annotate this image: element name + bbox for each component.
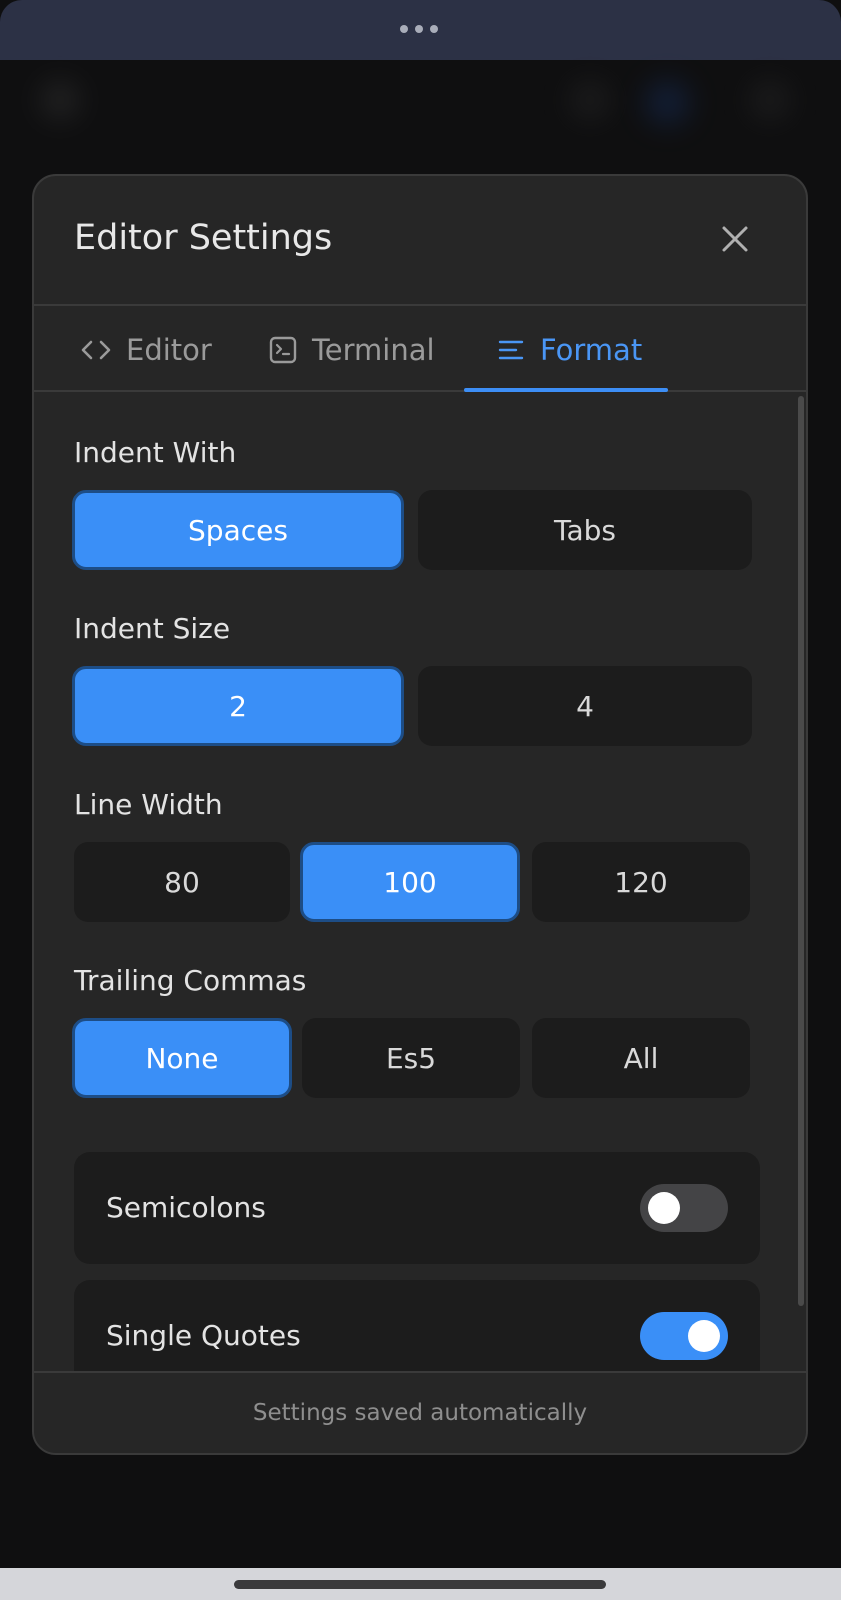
background-blur: [40, 80, 80, 120]
semicolons-row: Semicolons: [74, 1152, 760, 1264]
close-button[interactable]: [716, 220, 754, 258]
more-options-icon[interactable]: [400, 25, 438, 33]
tab-bar: Editor Terminal Format: [34, 308, 806, 392]
line-width-80-option[interactable]: 80: [74, 842, 290, 922]
line-width-100-option[interactable]: 100: [300, 842, 520, 922]
indent-size-4-option[interactable]: 4: [418, 666, 752, 746]
active-tab-indicator: [464, 388, 668, 392]
trailing-commas-all-option[interactable]: All: [532, 1018, 750, 1098]
close-icon: [722, 226, 748, 252]
modal-header: Editor Settings: [34, 176, 806, 306]
trailing-commas-none-option[interactable]: None: [72, 1018, 292, 1098]
line-width-120-option[interactable]: 120: [532, 842, 750, 922]
indent-tabs-option[interactable]: Tabs: [418, 490, 752, 570]
tab-terminal-label: Terminal: [312, 333, 435, 367]
trailing-commas-es5-option[interactable]: Es5: [302, 1018, 520, 1098]
semicolons-label: Semicolons: [106, 1191, 266, 1224]
code-icon: [81, 340, 111, 360]
tab-format[interactable]: Format: [496, 308, 642, 392]
tab-terminal[interactable]: Terminal: [268, 308, 435, 392]
toggle-knob: [688, 1320, 720, 1352]
indent-spaces-option[interactable]: Spaces: [72, 490, 404, 570]
autosave-status: Settings saved automatically: [252, 1400, 588, 1426]
toggle-knob: [648, 1192, 680, 1224]
align-left-icon: [498, 340, 524, 360]
system-home-bar-area: [0, 1568, 841, 1600]
single-quotes-toggle[interactable]: [640, 1312, 728, 1360]
background-blur: [750, 80, 790, 120]
indent-size-label: Indent Size: [74, 612, 231, 645]
indent-with-label: Indent With: [74, 436, 237, 469]
content-scrollbar[interactable]: [798, 396, 804, 1306]
window-top-bar: [0, 0, 841, 60]
tab-editor[interactable]: Editor: [80, 308, 212, 392]
background-blur: [645, 80, 690, 125]
indent-size-2-option[interactable]: 2: [72, 666, 404, 746]
editor-settings-modal: Editor Settings Editor Terminal Format I…: [32, 174, 808, 1455]
format-settings-content: Indent With Spaces Tabs Indent Size 2 4 …: [34, 394, 806, 1392]
modal-title: Editor Settings: [74, 218, 333, 258]
tab-format-label: Format: [540, 333, 643, 367]
semicolons-toggle[interactable]: [640, 1184, 728, 1232]
trailing-commas-label: Trailing Commas: [74, 964, 307, 997]
modal-footer: Settings saved automatically: [34, 1371, 806, 1453]
home-indicator[interactable]: [234, 1580, 606, 1589]
terminal-icon: [269, 336, 297, 364]
tab-editor-label: Editor: [126, 333, 212, 367]
background-blur: [570, 80, 610, 120]
line-width-label: Line Width: [74, 788, 223, 821]
